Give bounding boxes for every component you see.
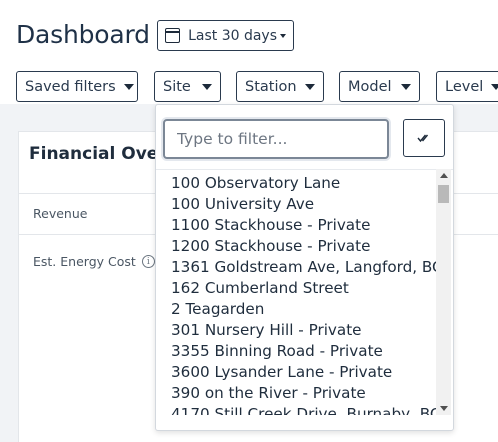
list-item[interactable]: 2 Teagarden [156, 299, 438, 320]
chevron-down-icon [202, 83, 212, 90]
filter-input[interactable] [163, 119, 389, 159]
scrollbar-thumb[interactable] [438, 185, 449, 203]
station-label: Station [245, 78, 297, 95]
scrollbar[interactable] [436, 169, 451, 415]
model-dropdown[interactable]: Model [339, 71, 420, 102]
select-all-button[interactable] [403, 119, 445, 157]
list-item[interactable]: 1200 Stackhouse - Private [156, 236, 438, 257]
list-item[interactable]: 390 on the River - Private [156, 383, 438, 404]
list-item[interactable]: 3600 Lysander Lane - Private [156, 362, 438, 383]
list-item[interactable]: 100 Observatory Lane [156, 173, 438, 194]
card-title: Financial Over [29, 144, 167, 164]
chevron-down-icon [305, 83, 315, 90]
revenue-label: Revenue [33, 206, 87, 221]
list-item[interactable]: 100 University Ave [156, 194, 438, 215]
saved-filters-dropdown[interactable]: Saved filters [16, 71, 138, 102]
list-item[interactable]: 301 Nursery Hill - Private [156, 320, 438, 341]
list-item[interactable]: 162 Cumberland Street [156, 278, 438, 299]
calendar-icon [165, 28, 181, 43]
site-list: 100 Observatory Lane 100 University Ave … [156, 169, 453, 415]
double-check-icon [417, 134, 429, 143]
page-title: Dashboard [16, 20, 150, 49]
level-label: Level [445, 78, 484, 95]
list-item[interactable]: 4170 Still Creek Drive, Burnaby, BC [156, 404, 438, 415]
scroll-down-arrow-icon[interactable] [440, 406, 448, 411]
chevron-down-icon [401, 83, 411, 90]
chevron-down-icon [280, 33, 286, 38]
scroll-up-arrow-icon[interactable] [440, 173, 448, 178]
revenue-text: Revenue [33, 206, 88, 221]
model-label: Model [348, 78, 392, 95]
info-icon[interactable]: i [141, 255, 155, 268]
date-range-label: Last 30 days [188, 27, 277, 44]
chevron-down-icon [491, 83, 498, 90]
date-range-button[interactable]: Last 30 days [157, 20, 294, 51]
list-item[interactable]: 1361 Goldstream Ave, Langford, BC [156, 257, 438, 278]
energy-cost-label: Est. Energy Cost i [33, 254, 155, 269]
site-label: Site [163, 78, 191, 95]
list-item[interactable]: 3355 Binning Road - Private [156, 341, 438, 362]
site-dropdown-menu: 100 Observatory Lane 100 University Ave … [155, 104, 454, 431]
site-dropdown[interactable]: Site [154, 71, 221, 102]
list-item[interactable]: 1100 Stackhouse - Private [156, 215, 438, 236]
saved-filters-label: Saved filters [25, 78, 116, 95]
chevron-down-icon [123, 83, 134, 90]
station-dropdown[interactable]: Station [236, 71, 324, 102]
energy-cost-text: Est. Energy Cost [33, 254, 136, 269]
level-dropdown[interactable]: Level [436, 71, 498, 102]
